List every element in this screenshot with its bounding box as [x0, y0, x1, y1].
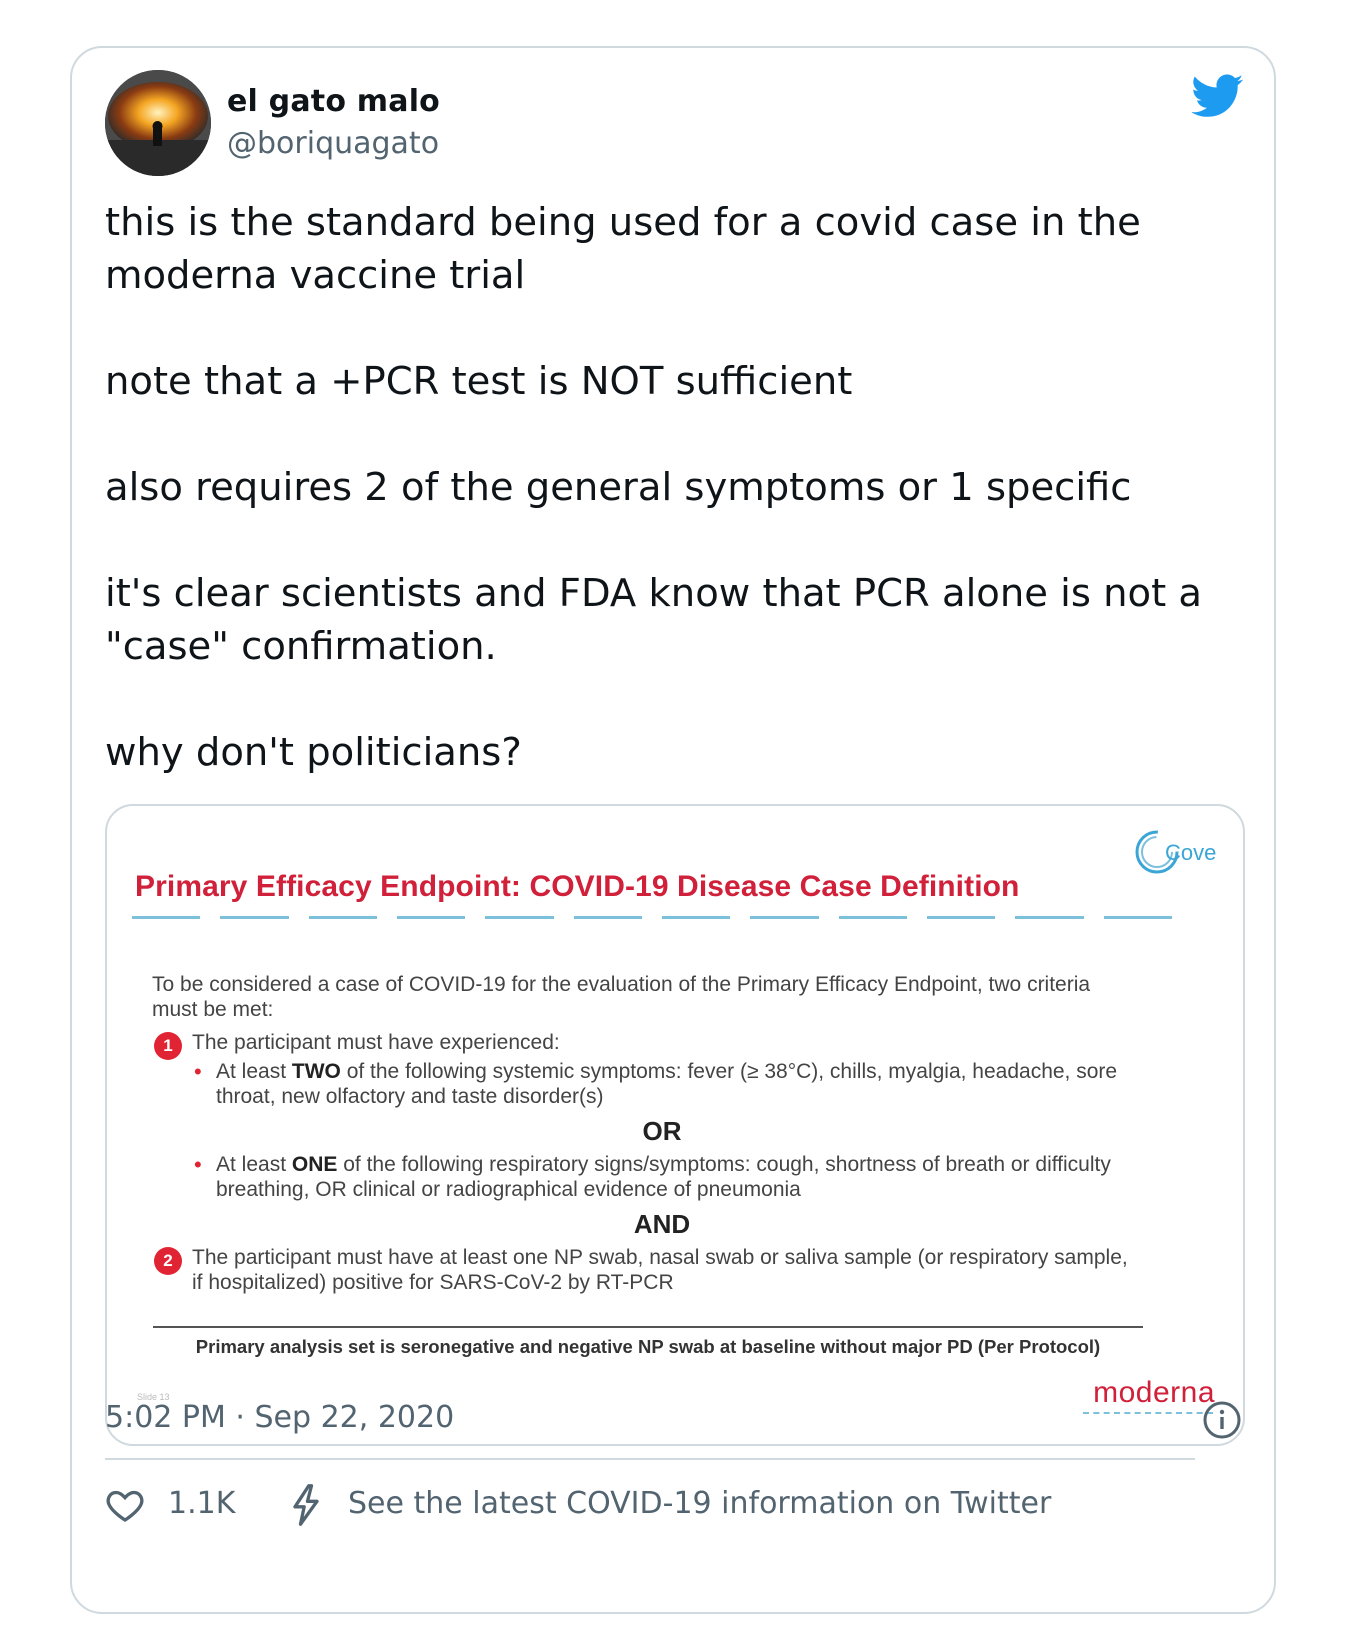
title-underline: [132, 916, 1172, 922]
tweet-text: this is the standard being used for a co…: [105, 196, 1245, 779]
cove-logo: Cove: [1135, 830, 1216, 874]
criterion-1: 1 The participant must have experienced:: [152, 1030, 1132, 1060]
avatar[interactable]: [105, 70, 211, 176]
tweet-card: el gato malo @boriquagato this is the st…: [70, 46, 1276, 1614]
criterion-number-badge: 2: [154, 1247, 182, 1275]
criterion-number-badge: 1: [154, 1032, 182, 1060]
footnote-divider: [153, 1326, 1143, 1328]
bullet-emphasis: TWO: [291, 1060, 341, 1083]
or-label: OR: [642, 1116, 682, 1146]
bullet-respiratory: At least ONE of the following respirator…: [152, 1152, 1132, 1202]
moderna-logo-underline: [1083, 1412, 1213, 1414]
slide-title: Primary Efficacy Endpoint: COVID-19 Dise…: [135, 870, 1020, 903]
tweet-paragraph: this is the standard being used for a co…: [105, 200, 1154, 298]
lightning-bolt-icon: [293, 1484, 319, 1526]
heart-icon[interactable]: [105, 1485, 145, 1525]
bullet-systemic: At least TWO of the following systemic s…: [152, 1059, 1132, 1109]
tweet-media-image[interactable]: Cove Primary Efficacy Endpoint: COVID-19…: [105, 804, 1245, 1446]
info-icon[interactable]: [1202, 1400, 1242, 1440]
twitter-bird-icon[interactable]: [1192, 74, 1244, 118]
slide-footnote: Primary analysis set is seronegative and…: [195, 1336, 1101, 1357]
tweet-timestamp[interactable]: 5:02 PM · Sep 22, 2020: [105, 1400, 454, 1435]
tweet-paragraph: note that a +PCR test is NOT sufficient: [105, 359, 853, 404]
criterion-2: 2 The participant must have at least one…: [152, 1245, 1132, 1295]
covid-info-link[interactable]: See the latest COVID-19 information on T…: [348, 1486, 1051, 1521]
criterion-1-text: The participant must have experienced:: [192, 1031, 560, 1054]
tweet-paragraph: it's clear scientists and FDA know that …: [105, 571, 1215, 669]
action-divider: [105, 1458, 1195, 1460]
tweet-paragraph: why don't politicians?: [105, 730, 522, 775]
cove-logo-text: Cove: [1165, 840, 1216, 865]
bullet-emphasis: ONE: [291, 1153, 338, 1176]
and-label: AND: [633, 1209, 691, 1239]
slide-intro: To be considered a case of COVID-19 for …: [152, 973, 1091, 1021]
author-name[interactable]: el gato malo: [227, 84, 440, 119]
criterion-2-text: The participant must have at least one N…: [192, 1246, 1128, 1294]
moderna-logo: moderna: [1093, 1376, 1215, 1409]
like-count[interactable]: 1.1K: [168, 1486, 235, 1521]
author-handle[interactable]: @boriquagato: [227, 126, 439, 161]
slide-body: To be considered a case of COVID-19 for …: [152, 972, 1132, 1295]
tweet-paragraph: also requires 2 of the general symptoms …: [105, 465, 1132, 510]
avatar-image: [105, 70, 211, 176]
